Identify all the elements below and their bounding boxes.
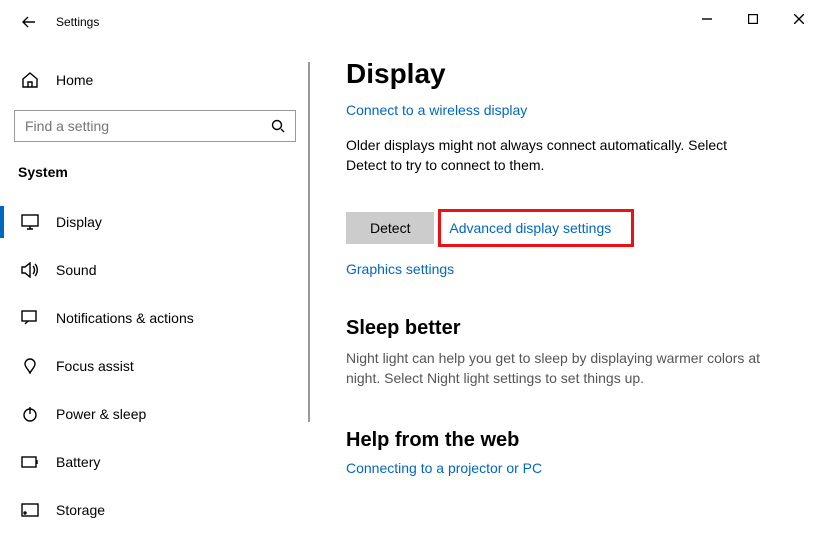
nav-label: Storage bbox=[56, 502, 105, 518]
sleep-heading: Sleep better bbox=[346, 317, 792, 340]
minimize-button[interactable] bbox=[684, 4, 730, 34]
sleep-description: Night light can help you get to sleep by… bbox=[346, 348, 776, 389]
home-nav[interactable]: Home bbox=[0, 62, 310, 98]
window-controls bbox=[684, 10, 822, 34]
nav-label: Power & sleep bbox=[56, 406, 146, 422]
page-title: Display bbox=[346, 58, 792, 90]
window-title: Settings bbox=[56, 15, 99, 29]
link-wireless-display[interactable]: Connect to a wireless display bbox=[346, 102, 527, 118]
link-advanced-display[interactable]: Advanced display settings bbox=[449, 220, 611, 236]
nav-sound[interactable]: Sound bbox=[0, 246, 310, 294]
maximize-button[interactable] bbox=[730, 4, 776, 34]
back-button[interactable] bbox=[18, 11, 40, 33]
notifications-icon bbox=[18, 310, 42, 326]
nav-display[interactable]: Display bbox=[0, 198, 310, 246]
nav-list: Display Sound Notifications & actions bbox=[0, 198, 310, 534]
focus-icon bbox=[18, 358, 42, 374]
search-icon bbox=[269, 119, 287, 133]
nav-label: Notifications & actions bbox=[56, 310, 194, 326]
close-button[interactable] bbox=[776, 4, 822, 34]
nav-label: Display bbox=[56, 214, 102, 230]
home-label: Home bbox=[56, 72, 93, 88]
search-box[interactable] bbox=[14, 110, 296, 142]
sound-icon bbox=[18, 262, 42, 278]
content-area: Display Connect to a wireless display Ol… bbox=[310, 44, 822, 541]
sidebar-scrollbar[interactable] bbox=[308, 62, 310, 422]
link-graphics-settings[interactable]: Graphics settings bbox=[346, 261, 454, 277]
nav-label: Sound bbox=[56, 262, 96, 278]
sidebar: Home System Display bbox=[0, 44, 310, 541]
power-icon bbox=[18, 406, 42, 422]
battery-icon bbox=[18, 456, 42, 468]
nav-power[interactable]: Power & sleep bbox=[0, 390, 310, 438]
display-icon bbox=[18, 214, 42, 230]
nav-battery[interactable]: Battery bbox=[0, 438, 310, 486]
help-heading: Help from the web bbox=[346, 429, 792, 452]
detect-description: Older displays might not always connect … bbox=[346, 136, 766, 175]
home-icon bbox=[18, 71, 42, 89]
section-label: System bbox=[0, 142, 310, 184]
highlight-advanced-display: Advanced display settings bbox=[438, 209, 634, 247]
nav-focus[interactable]: Focus assist bbox=[0, 342, 310, 390]
nav-label: Battery bbox=[56, 454, 100, 470]
nav-notifications[interactable]: Notifications & actions bbox=[0, 294, 310, 342]
nav-storage[interactable]: Storage bbox=[0, 486, 310, 534]
titlebar: Settings bbox=[0, 0, 822, 44]
nav-label: Focus assist bbox=[56, 358, 134, 374]
storage-icon bbox=[18, 503, 42, 517]
detect-button[interactable]: Detect bbox=[346, 212, 434, 244]
search-input[interactable] bbox=[23, 117, 269, 135]
link-projector[interactable]: Connecting to a projector or PC bbox=[346, 460, 542, 476]
